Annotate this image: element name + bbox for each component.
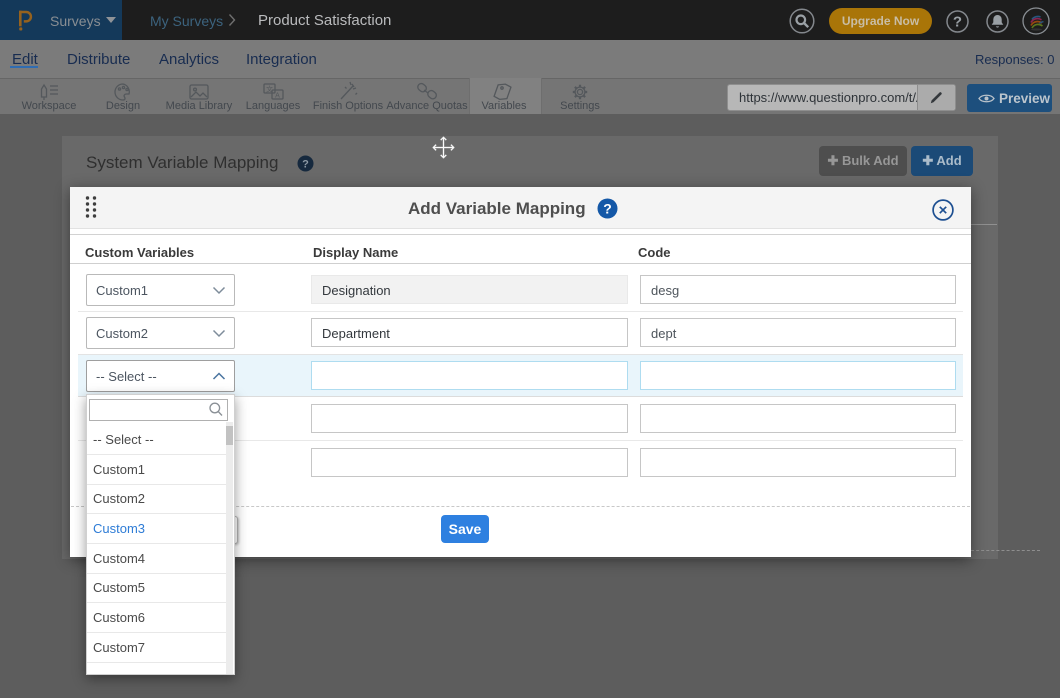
- svg-text:?: ?: [302, 159, 309, 171]
- svg-text:?: ?: [603, 201, 612, 217]
- svg-text:A: A: [275, 92, 280, 99]
- svg-text:?: ?: [953, 13, 962, 30]
